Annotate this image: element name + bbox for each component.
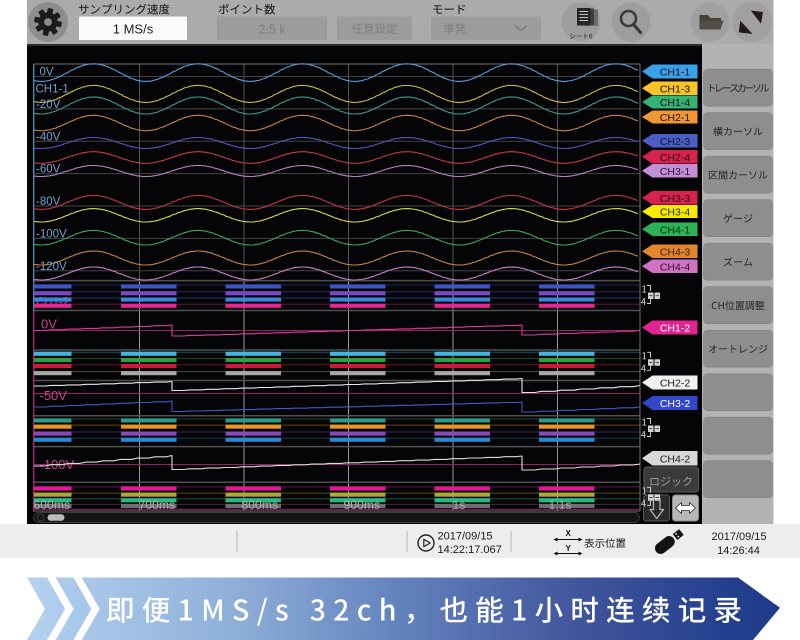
svg-text:CH4-3: CH4-3 xyxy=(660,246,691,258)
svg-text:-120V: -120V xyxy=(36,261,67,273)
svg-text:CH1-1: CH1-1 xyxy=(660,67,691,79)
svg-text:CH2-1: CH2-1 xyxy=(660,112,691,124)
svg-text:X: X xyxy=(566,529,572,538)
svg-text:CH4-2: CH4-2 xyxy=(660,453,691,465)
svg-text:2017/09/15: 2017/09/15 xyxy=(711,531,766,543)
svg-text:14:22:17.067: 14:22:17.067 xyxy=(438,544,502,556)
svg-text:0V: 0V xyxy=(40,67,54,79)
svg-text:Y: Y xyxy=(566,544,572,553)
svg-text:CH2-3: CH2-3 xyxy=(660,136,691,148)
svg-text:-20V: -20V xyxy=(36,99,61,111)
svg-text:1.1s: 1.1s xyxy=(549,498,572,512)
svg-text:CH2-2: CH2-2 xyxy=(660,378,691,390)
svg-text:CH3-1: CH3-1 xyxy=(660,166,691,178)
svg-text:CH4-4: CH4-4 xyxy=(660,261,691,273)
svg-text:CH1-3: CH1-3 xyxy=(660,83,691,95)
svg-text:CH1-4: CH1-4 xyxy=(660,97,691,109)
svg-text:1 MS/s: 1 MS/s xyxy=(113,22,154,37)
svg-text:2.5 k: 2.5 k xyxy=(258,23,286,37)
svg-text:-60V: -60V xyxy=(36,164,61,176)
svg-text:1s: 1s xyxy=(453,498,466,512)
svg-text:CH3-4: CH3-4 xyxy=(660,207,691,219)
svg-text:CH4-1: CH4-1 xyxy=(660,224,691,236)
svg-text:600ms: 600ms xyxy=(34,498,71,512)
svg-text:CH3-2: CH3-2 xyxy=(660,398,691,410)
svg-text:CH2-4: CH2-4 xyxy=(660,152,691,164)
svg-text:CH1-2: CH1-2 xyxy=(660,323,691,335)
svg-text:800ms: 800ms xyxy=(242,498,279,512)
svg-text:-80V: -80V xyxy=(36,196,61,208)
svg-text:-40V: -40V xyxy=(36,131,61,143)
svg-text:2017/09/15: 2017/09/15 xyxy=(438,531,493,543)
svg-text:CH1-1: CH1-1 xyxy=(36,84,69,96)
svg-text:-100V: -100V xyxy=(36,229,67,241)
svg-text:900ms: 900ms xyxy=(344,498,381,512)
svg-text:-50V: -50V xyxy=(40,388,68,403)
svg-text:CH3-3: CH3-3 xyxy=(660,193,691,205)
svg-text:14:26:44: 14:26:44 xyxy=(717,545,760,557)
svg-text:700ms: 700ms xyxy=(139,498,176,512)
